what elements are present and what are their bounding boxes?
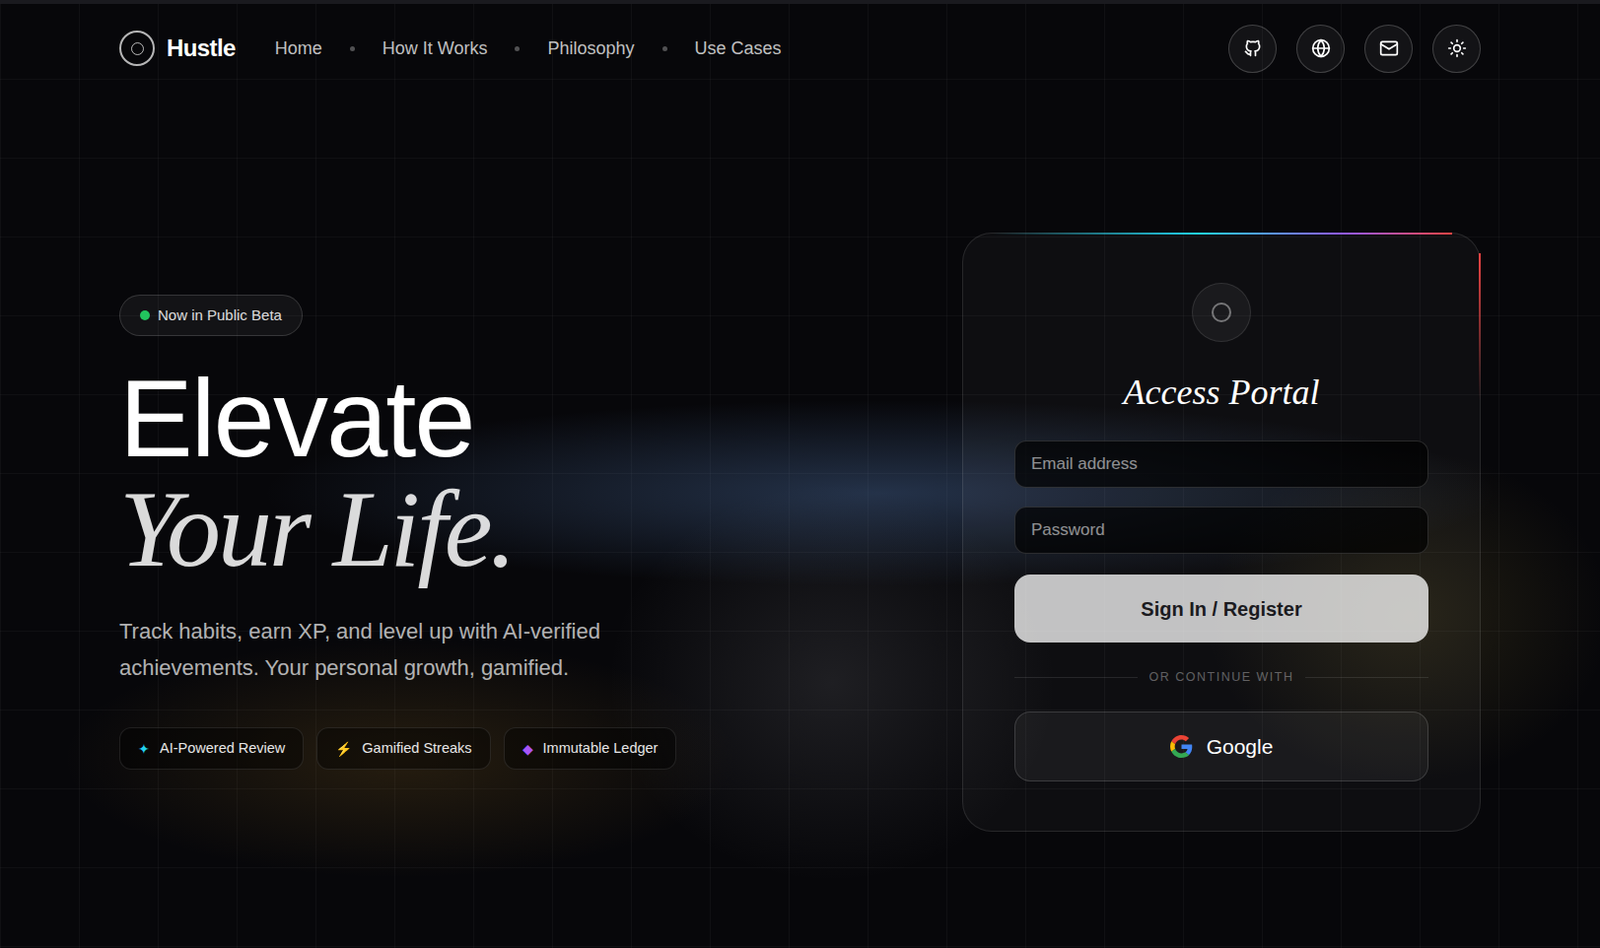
feature-icon: ✦ (138, 742, 150, 757)
globe-button[interactable] (1296, 24, 1345, 73)
sun-icon (1447, 38, 1467, 59)
nav-separator (514, 46, 520, 52)
globe-icon (1311, 38, 1331, 59)
subtitle: Track habits, earn XP, and level up with… (119, 614, 692, 687)
beta-badge: Now in Public Beta (119, 294, 303, 338)
email-input[interactable] (1014, 440, 1429, 488)
feature-label: Immutable Ledger (543, 738, 659, 761)
github-icon (1243, 38, 1263, 59)
mail-icon (1379, 38, 1399, 59)
hero-text: Now in Public Beta Elevate Your Life. Tr… (119, 294, 692, 770)
access-portal-card: Access Portal Sign In / Register OR CONT… (962, 232, 1481, 833)
feature-chip: ◆ Immutable Ledger (503, 727, 678, 770)
gradient-border (992, 232, 1453, 235)
password-input[interactable] (1014, 506, 1429, 555)
status-dot (139, 310, 150, 321)
brand-name: Hustle (166, 30, 236, 67)
hero: Now in Public Beta Elevate Your Life. Tr… (0, 96, 1600, 833)
divider: OR CONTINUE WITH (1014, 668, 1429, 688)
nav-link[interactable]: Philosophy (547, 35, 634, 63)
headline-italic: Your Life. (119, 474, 692, 585)
github-button[interactable] (1228, 24, 1277, 73)
nav-separator (662, 46, 668, 52)
google-icon (1170, 735, 1193, 759)
feature-icon: ◆ (522, 742, 534, 757)
feature-label: AI-Powered Review (159, 738, 285, 761)
sign-in-button[interactable]: Sign In / Register (1014, 574, 1429, 643)
feature-chip: ✦ AI-Powered Review (119, 727, 304, 770)
top-nav: Hustle Home How It Works Philosophy Use Cas… (0, 0, 1600, 97)
nav-link[interactable]: Home (275, 35, 323, 63)
brand-logo[interactable]: Hustle (119, 30, 236, 67)
nav-separator (349, 46, 355, 52)
logo-icon (119, 30, 155, 67)
theme-button[interactable] (1432, 24, 1481, 73)
page: Hustle Home How It Works Philosophy Use Cas… (0, 0, 1600, 948)
nav-links: Home How It Works Philosophy Use Cases (275, 35, 782, 63)
top-strip (0, 0, 1600, 4)
feature-icon: ⚡ (335, 742, 352, 757)
feature-chip: ⚡ Gamified Streaks (316, 727, 490, 770)
gradient-border-side (1478, 253, 1481, 402)
feature-chips: ✦ AI-Powered Review ⚡ Gamified Streaks ◆ Immu… (119, 727, 692, 770)
icon-buttons (1228, 24, 1481, 73)
nav-link[interactable]: How It Works (382, 35, 488, 63)
nav-link[interactable]: Use Cases (695, 35, 782, 63)
feature-label: Gamified Streaks (361, 738, 472, 761)
google-button[interactable]: Google (1014, 711, 1429, 782)
mail-button[interactable] (1364, 24, 1413, 73)
headline: Elevate (119, 363, 692, 475)
portal-title: Access Portal (1123, 365, 1321, 419)
portal-logo-icon (1191, 282, 1252, 343)
